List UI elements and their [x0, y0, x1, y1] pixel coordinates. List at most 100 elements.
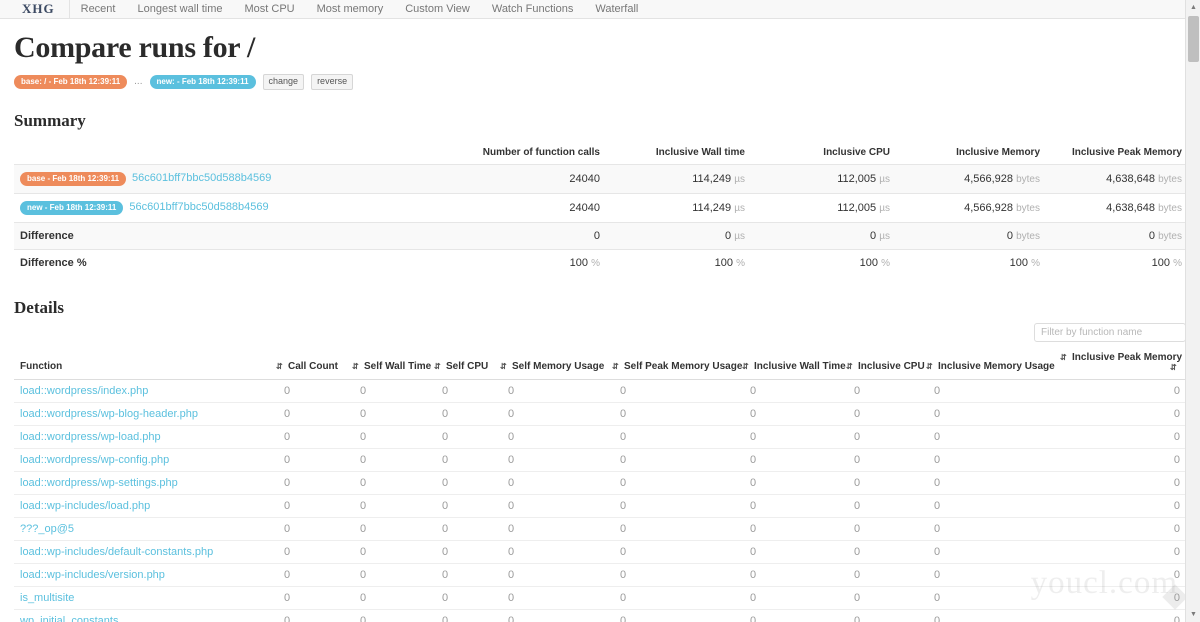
self-peak-memory-usage-cell: 0 — [608, 609, 738, 622]
sort-icon: ⇵ — [612, 362, 619, 371]
new-run-badge[interactable]: new: - Feb 18th 12:39:11 — [149, 74, 256, 89]
function-link[interactable]: load::wp-includes/default-constants.php — [20, 546, 213, 558]
self-cpu-cell: 0 — [430, 379, 496, 403]
details-col-function[interactable]: Function — [14, 348, 272, 380]
scroll-down-arrow-icon[interactable]: ▼ — [1186, 607, 1200, 622]
self-wall-time-cell: 0 — [348, 448, 430, 472]
details-col-self-wall-time[interactable]: ⇵ Self Wall Time — [348, 348, 432, 380]
summary-difference-pct-calls: 100 % — [444, 249, 604, 276]
details-col-self-cpu[interactable]: ⇵ Self CPU — [430, 348, 496, 380]
summary-row-difference: Difference 0 0 µs 0 µs 0 bytes 0 bytes — [14, 222, 1186, 250]
details-col-self-memory-usage[interactable]: ⇵ Self Memory Usage — [496, 348, 608, 380]
label: Inclusive Memory Usage — [938, 361, 1055, 372]
inclusive-peak-memory-usage-cell: 0 — [1056, 471, 1186, 495]
change-button[interactable]: change — [262, 73, 305, 90]
self-cpu-cell: 0 — [430, 402, 496, 426]
summary-base-badge[interactable]: base - Feb 18th 12:39:11 — [20, 172, 127, 186]
summary-section-title: Summary — [14, 111, 86, 130]
details-col-self-peak-memory-usage[interactable]: ⇵ Self Peak Memory Usage — [608, 348, 742, 380]
sort-icon: ⇵ — [1060, 353, 1067, 362]
inclusive-peak-memory-usage-cell: 0 — [1056, 586, 1186, 610]
scroll-thumb[interactable] — [1188, 16, 1199, 62]
function-link[interactable]: load::wp-includes/version.php — [20, 569, 165, 581]
call-count-cell: 0 — [272, 471, 348, 495]
label: Self Peak Memory Usage — [624, 361, 743, 372]
summary-difference-calls: 0 — [444, 222, 604, 250]
self-peak-memory-usage-cell: 0 — [608, 471, 738, 495]
function-link[interactable]: load::wordpress/wp-settings.php — [20, 477, 178, 489]
self-wall-time-cell: 0 — [348, 563, 430, 587]
self-peak-memory-usage-cell: 0 — [608, 402, 738, 426]
function-link[interactable]: load::wordpress/wp-load.php — [20, 431, 161, 443]
nav-link-watch-functions[interactable]: Watch Functions — [481, 0, 585, 19]
base-run-badge[interactable]: base: / - Feb 18th 12:39:11 — [14, 74, 128, 89]
summary-base-hash-link[interactable]: 56c601bff7bbc50d588b4569 — [132, 172, 271, 184]
summary-difference-label: Difference — [14, 222, 444, 250]
self-wall-time-cell: 0 — [348, 471, 430, 495]
nav-link-most-cpu[interactable]: Most CPU — [233, 0, 305, 19]
summary-col-mem: Inclusive Memory — [956, 147, 1040, 158]
unit: % — [736, 258, 745, 269]
details-col-inclusive-cpu[interactable]: ⇵ Inclusive CPU — [842, 348, 925, 380]
function-link[interactable]: ???_op@5 — [20, 523, 74, 535]
summary-table-wrap: Number of function calls Inclusive Wall … — [14, 147, 1186, 276]
table-row: ???_op@5 0 0 0 0 0 0 0 0 0 — [14, 517, 1186, 541]
label: Self Memory Usage — [512, 361, 605, 372]
details-col-inclusive-wall-time[interactable]: ⇵ Inclusive Wall Time — [738, 348, 846, 380]
summary-new-badge[interactable]: new - Feb 18th 12:39:11 — [20, 201, 124, 215]
reverse-button[interactable]: reverse — [311, 73, 354, 90]
self-cpu-cell: 0 — [430, 517, 496, 541]
unit: bytes — [1016, 231, 1040, 242]
self-cpu-cell: 0 — [430, 609, 496, 622]
inclusive-cpu-cell: 0 — [842, 402, 922, 426]
function-name-cell: load::wp-includes/load.php — [14, 494, 272, 518]
function-link[interactable]: load::wordpress/wp-config.php — [20, 454, 169, 466]
summary-difference-pct-wall: 100 % — [604, 249, 749, 276]
function-link[interactable]: wp_initial_constants — [20, 615, 118, 622]
inclusive-peak-memory-usage-cell: 0 — [1056, 517, 1186, 541]
summary-new-hash-link[interactable]: 56c601bff7bbc50d588b4569 — [129, 201, 268, 213]
details-col-inclusive-memory-usage[interactable]: ⇵ Inclusive Memory Usage — [922, 348, 1056, 380]
function-link[interactable]: load::wordpress/wp-blog-header.php — [20, 408, 198, 420]
inclusive-memory-usage-cell: 0 — [922, 379, 1056, 403]
function-link[interactable]: load::wp-includes/load.php — [20, 500, 150, 512]
vertical-scrollbar[interactable]: ▲ ▼ — [1185, 0, 1200, 622]
summary-row-new: new - Feb 18th 12:39:11 56c601bff7bbc50d5… — [14, 193, 1186, 223]
self-wall-time-cell: 0 — [348, 586, 430, 610]
nav-link-waterfall[interactable]: Waterfall — [584, 0, 649, 19]
nav-link-longest-wall-time[interactable]: Longest wall time — [126, 0, 233, 19]
label: Self Wall Time — [364, 361, 432, 372]
nav-link-custom-view[interactable]: Custom View — [394, 0, 481, 19]
unit: µs — [879, 231, 890, 242]
sort-icon: ⇵ — [276, 362, 283, 371]
function-name-cell: load::wp-includes/version.php — [14, 563, 272, 587]
brand-logo[interactable]: XHG — [0, 0, 70, 19]
details-col-inclusive-peak-memory-usage[interactable]: ⇵Inclusive Peak Memory Usage⇵ — [1056, 348, 1200, 380]
nav-link-most-memory[interactable]: Most memory — [306, 0, 395, 19]
inclusive-memory-usage-cell: 0 — [922, 494, 1056, 518]
value: 4,566,928 — [964, 173, 1014, 185]
call-count-cell: 0 — [272, 609, 348, 622]
summary-difference-pct-cpu: 100 % — [749, 249, 894, 276]
details-col-call-count[interactable]: ⇵ Call Count — [272, 348, 348, 380]
unit: µs — [879, 174, 890, 185]
self-peak-memory-usage-cell: 0 — [608, 425, 738, 449]
filter-input[interactable] — [1034, 323, 1186, 342]
table-row: wp_initial_constants 0 0 0 0 0 0 0 0 0 — [14, 609, 1186, 622]
summary-base-mem: 4,566,928 bytes — [894, 164, 1044, 194]
unit: bytes — [1158, 231, 1182, 242]
function-link[interactable]: load::wordpress/index.php — [20, 385, 148, 397]
scroll-up-arrow-icon[interactable]: ▲ — [1186, 0, 1200, 15]
sort-icon: ⇵ — [1170, 363, 1177, 372]
inclusive-peak-memory-usage-cell: 0 — [1056, 425, 1186, 449]
summary-difference-pct-pmem: 100 % — [1044, 249, 1186, 276]
nav-link-recent[interactable]: Recent — [70, 0, 127, 19]
function-link[interactable]: is_multisite — [20, 592, 74, 604]
summary-new-wall: 114,249 µs — [604, 193, 749, 223]
summary-col-pmem: Inclusive Peak Memory — [1071, 147, 1182, 158]
function-name-cell: load::wordpress/wp-blog-header.php — [14, 402, 272, 426]
inclusive-peak-memory-usage-cell: 0 — [1056, 448, 1186, 472]
value: 0 — [725, 230, 732, 242]
inclusive-memory-usage-cell: 0 — [922, 586, 1056, 610]
table-row: load::wordpress/wp-load.php 0 0 0 0 0 0 0 0 0 — [14, 425, 1186, 449]
